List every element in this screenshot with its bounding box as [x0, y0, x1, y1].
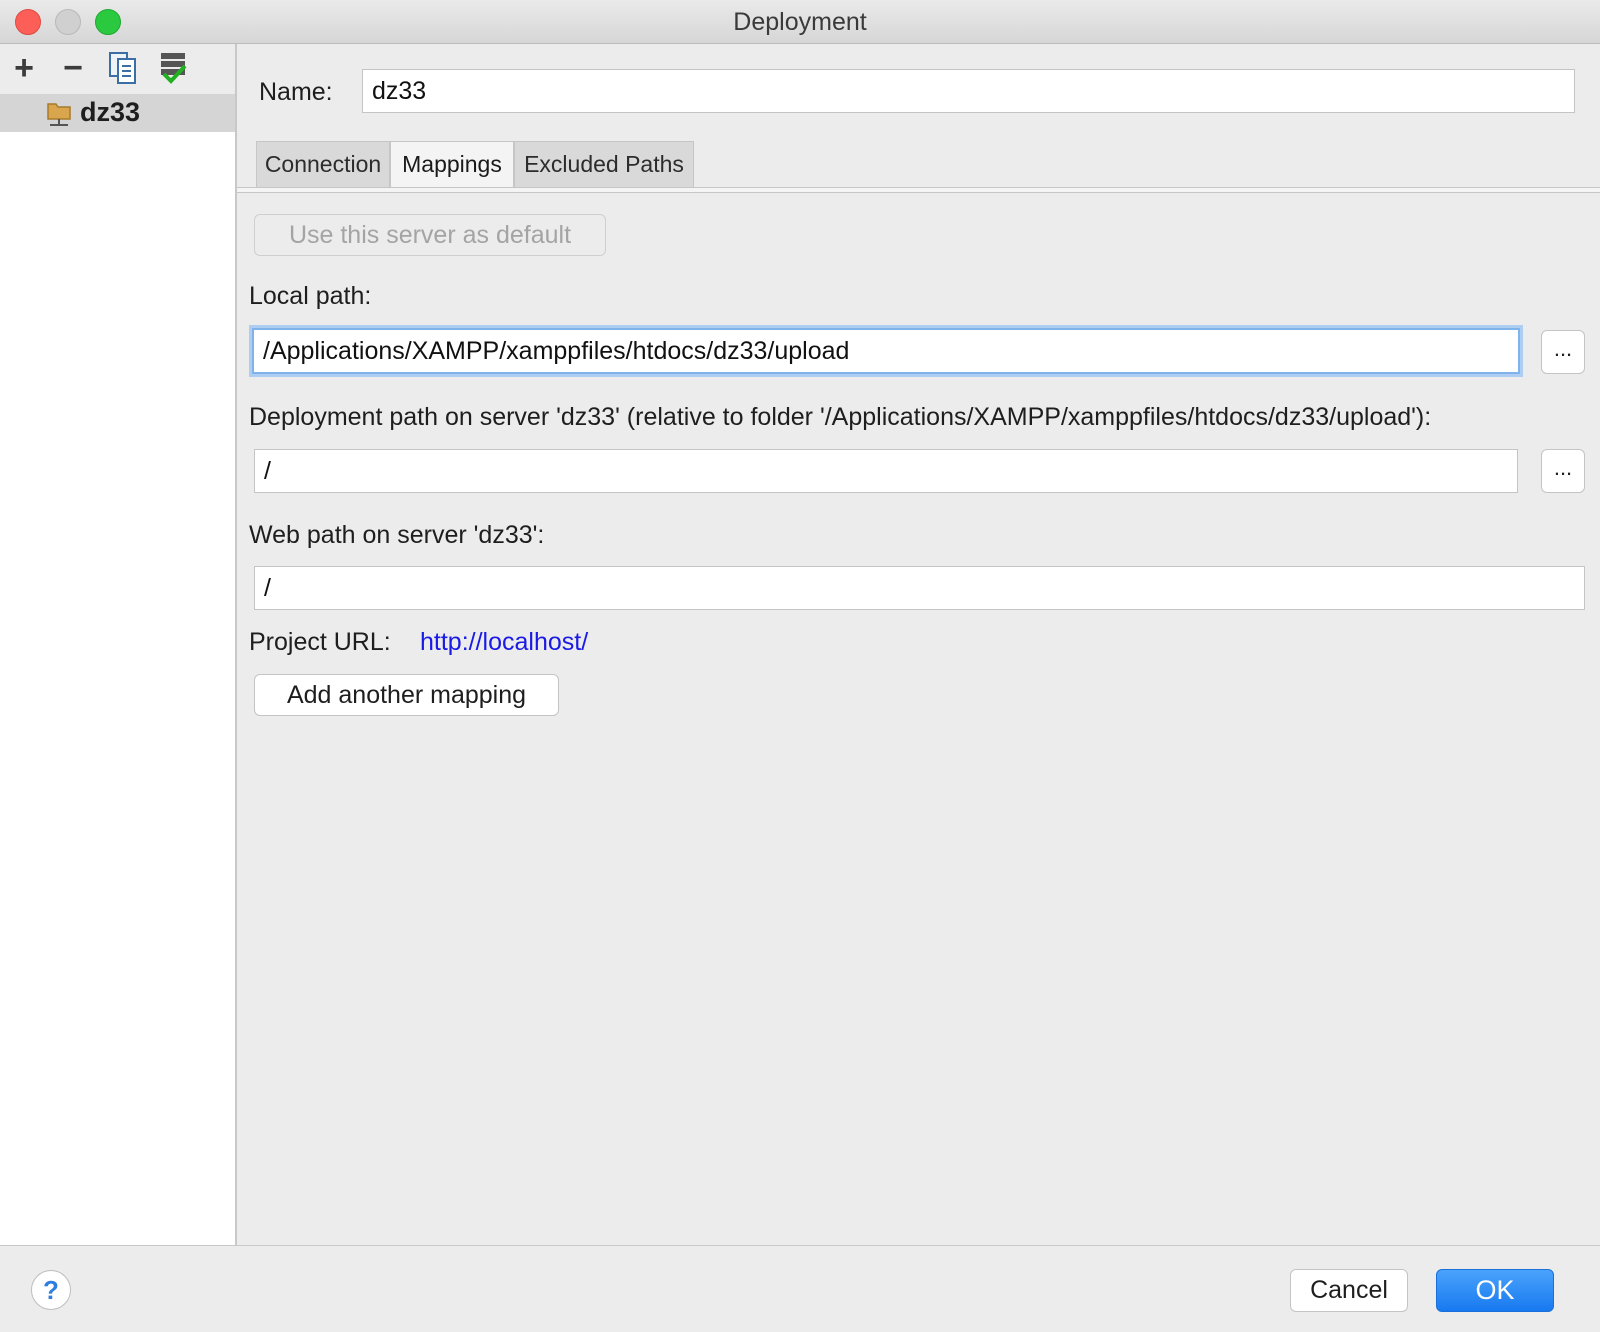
help-button[interactable]: ?	[31, 1270, 71, 1310]
tab-divider	[237, 187, 1600, 193]
web-path-label: Web path on server 'dz33':	[249, 521, 545, 549]
name-input[interactable]: dz33	[362, 69, 1575, 113]
add-server-button[interactable]: +	[6, 50, 42, 86]
web-path-input[interactable]: /	[254, 566, 1585, 610]
plus-icon: +	[14, 49, 34, 87]
server-list-panel: + − dz33	[0, 44, 237, 1245]
project-url-label: Project URL:	[249, 628, 391, 656]
dialog-button-bar: ? Cancel OK	[0, 1245, 1600, 1332]
project-url-link[interactable]: http://localhost/	[420, 628, 588, 657]
deployment-path-label: Deployment path on server 'dz33' (relati…	[249, 403, 1432, 431]
tab-mappings[interactable]: Mappings	[390, 141, 514, 187]
help-icon: ?	[43, 1274, 59, 1305]
sftp-server-icon	[47, 103, 71, 126]
local-path-browse-button[interactable]: ...	[1541, 330, 1585, 374]
use-as-default-button-disabled[interactable]: Use this server as default	[254, 214, 606, 256]
server-list-item[interactable]: dz33	[0, 94, 235, 132]
server-settings-panel: Name: dz33 Connection Mappings Excluded …	[237, 44, 1600, 1245]
local-path-label: Local path:	[249, 282, 372, 310]
cancel-button[interactable]: Cancel	[1290, 1269, 1408, 1312]
tab-excluded-paths[interactable]: Excluded Paths	[514, 141, 694, 187]
server-name-label: dz33	[80, 97, 141, 127]
deployment-path-browse-button[interactable]: ...	[1541, 449, 1585, 493]
ok-button[interactable]: OK	[1436, 1269, 1554, 1312]
server-toolbar: + −	[0, 44, 235, 94]
minus-icon: −	[63, 49, 83, 87]
name-label: Name:	[259, 78, 333, 106]
use-as-default-icon	[161, 53, 187, 84]
copy-icon	[109, 52, 136, 84]
copy-server-button[interactable]	[105, 50, 141, 86]
deployment-path-input[interactable]: /	[254, 449, 1518, 493]
add-another-mapping-button[interactable]: Add another mapping	[254, 674, 559, 716]
title-bar: Deployment	[0, 0, 1600, 44]
remove-server-button[interactable]: −	[55, 50, 91, 86]
deployment-window: Deployment + − dz33 Name: dz33 Connectio…	[0, 0, 1600, 1332]
local-path-input[interactable]: /Applications/XAMPP/xamppfiles/htdocs/dz…	[252, 328, 1520, 374]
window-title: Deployment	[733, 8, 867, 36]
tab-connection[interactable]: Connection	[256, 141, 390, 187]
use-as-default-button[interactable]	[155, 50, 191, 86]
